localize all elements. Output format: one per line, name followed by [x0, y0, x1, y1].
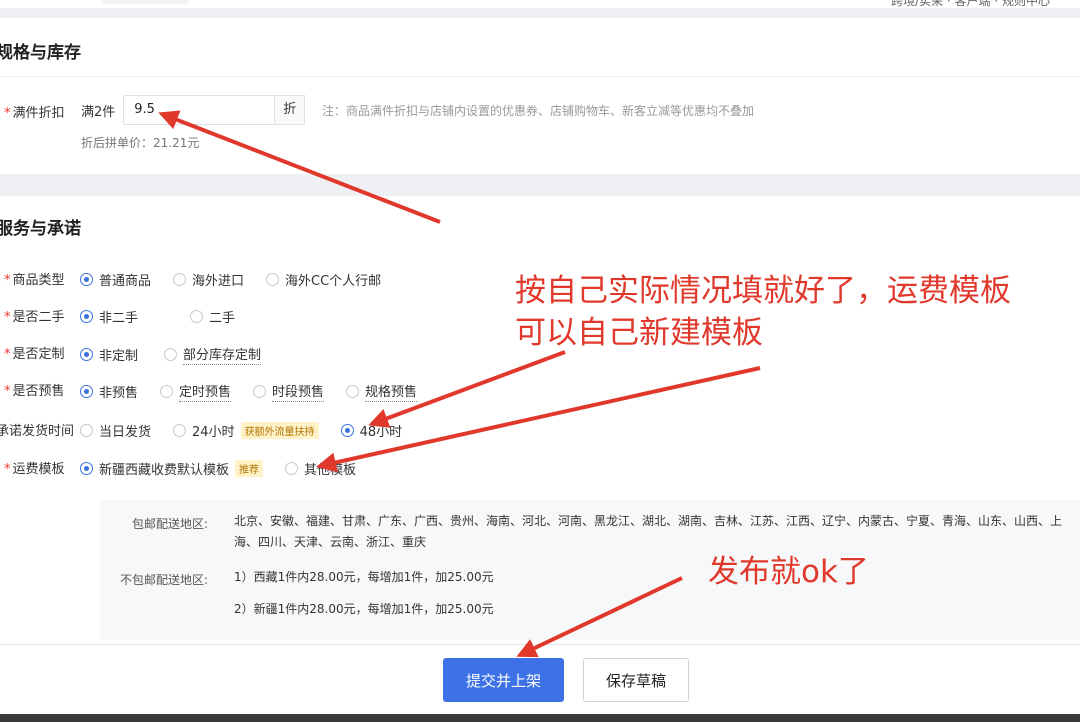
required-mark: * [4, 384, 11, 399]
freight-template-label: * 运费模板 [4, 462, 65, 477]
radio-default-template[interactable]: 新疆西藏收费默认模板 推荐 [80, 459, 264, 478]
radio-dot [80, 273, 93, 286]
save-draft-button[interactable]: 保存草稿 [583, 658, 689, 702]
tab-stub[interactable] [100, 0, 190, 4]
required-mark: * [4, 106, 11, 121]
custom-radio-group: 非定制 部分库存定制 [80, 344, 283, 365]
radio-spec-presale[interactable]: 规格预售 [346, 381, 418, 402]
annotation-tip-fill-in: 按自己实际情况填就好了，运费模板 可以自己新建模板 [515, 273, 1011, 351]
paid-shipping-label: 不包邮配送地区: [120, 573, 209, 587]
spec-card: 规格与库存 * 满件折扣 满2件 9.5 折 注：商品满件折扣与店铺内设置的优惠券… [0, 18, 1080, 174]
second-hand-label: * 是否二手 [4, 310, 65, 325]
traffic-boost-tag: 获额外流量扶持 [240, 422, 319, 439]
radio-dot [285, 462, 299, 475]
radio-dot [266, 273, 280, 286]
radio-overseas-import[interactable]: 海外进口 [173, 270, 244, 289]
unit-price-hint: 折后拼单价：21.21元 [81, 136, 200, 150]
radio-dot [160, 385, 174, 398]
radio-48h[interactable]: 48小时 [340, 421, 402, 440]
radio-overseas-cc[interactable]: 海外CC个人行邮 [266, 270, 381, 289]
ship-time-radio-group: 当日发货 24小时 获额外流量扶持 48小时 [80, 421, 424, 440]
ship-time-label: 承诺发货时间 [0, 424, 75, 439]
discount-input[interactable]: 9.5 [123, 95, 276, 125]
radio-dot [164, 348, 178, 361]
top-strip: 跨境/实采 · 客户端 · 规则中心 [0, 0, 1080, 8]
second-hand-radio-group: 非二手 二手 [80, 307, 257, 326]
radio-timed-presale[interactable]: 定时预售 [160, 381, 232, 402]
section-title-service: 服务与承诺 [0, 219, 81, 239]
section-title-spec: 规格与库存 [0, 43, 81, 63]
radio-dot [80, 462, 93, 475]
divider [0, 76, 1080, 77]
annotation-tip-publish: 发布就ok了 [708, 554, 869, 590]
freight-template-radio-group: 新疆西藏收费默认模板 推荐 其他模板 [80, 459, 378, 478]
required-mark: * [4, 273, 11, 288]
free-shipping-regions: 北京、安徽、福建、甘肃、广东、广西、贵州、海南、河北、河南、黑龙江、湖北、湖南、… [234, 514, 1063, 549]
paid-shipping-rule-xizang: 1）西藏1件内28.00元，每增加1件，加25.00元 [234, 570, 494, 584]
discount-input-group: 满2件 9.5 折 [81, 95, 306, 125]
discount-label: * 满件折扣 [4, 106, 65, 121]
radio-dot [253, 385, 267, 398]
custom-label: * 是否定制 [4, 347, 65, 362]
radio-24h[interactable]: 24小时 获额外流量扶持 [173, 421, 319, 440]
radio-dot [173, 424, 187, 437]
radio-same-day[interactable]: 当日发货 [80, 421, 151, 440]
required-mark: * [4, 310, 11, 325]
radio-no-presale[interactable]: 非预售 [80, 382, 138, 401]
radio-normal-product[interactable]: 普通商品 [80, 270, 151, 289]
radio-second-hand[interactable]: 二手 [190, 307, 235, 326]
radio-dot [80, 385, 93, 398]
radio-dot [190, 310, 204, 323]
radio-dot [80, 424, 93, 437]
presale-label: * 是否预售 [4, 384, 65, 399]
paid-shipping-rule-xinjiang: 2）新疆1件内28.00元，每增加1件，加25.00元 [234, 602, 494, 616]
free-shipping-label: 包邮配送地区: [132, 517, 209, 531]
required-mark: * [4, 462, 11, 477]
bottom-bar [0, 714, 1080, 722]
radio-dot [80, 348, 93, 361]
product-type-radio-group: 普通商品 海外进口 海外CC个人行邮 [80, 270, 403, 289]
product-type-label: * 商品类型 [4, 273, 65, 288]
footer-bar: 提交并上架 保存草稿 [0, 644, 1080, 714]
discount-note: 注：商品满件折扣与店铺内设置的优惠券、店铺购物车、新客立减等优惠均不叠加 [322, 104, 755, 118]
presale-radio-group: 非预售 定时预售 时段预售 规格预售 [80, 381, 439, 402]
radio-dot [80, 310, 93, 323]
recommend-tag: 推荐 [235, 460, 264, 477]
radio-dot [173, 273, 187, 286]
required-mark: * [4, 347, 11, 362]
radio-not-custom[interactable]: 非定制 [80, 345, 138, 364]
submit-and-list-button[interactable]: 提交并上架 [443, 658, 564, 702]
radio-partial-custom[interactable]: 部分库存定制 [164, 344, 262, 365]
discount-prefix: 满2件 [81, 104, 116, 120]
radio-dot [346, 385, 360, 398]
radio-not-second-hand[interactable]: 非二手 [80, 307, 138, 326]
discount-suffix: 折 [275, 95, 306, 125]
top-nav-links[interactable]: 跨境/实采 · 客户端 · 规则中心 [891, 0, 1050, 9]
radio-dot [340, 424, 354, 437]
radio-period-presale[interactable]: 时段预售 [253, 381, 325, 402]
radio-other-template[interactable]: 其他模板 [285, 459, 356, 478]
